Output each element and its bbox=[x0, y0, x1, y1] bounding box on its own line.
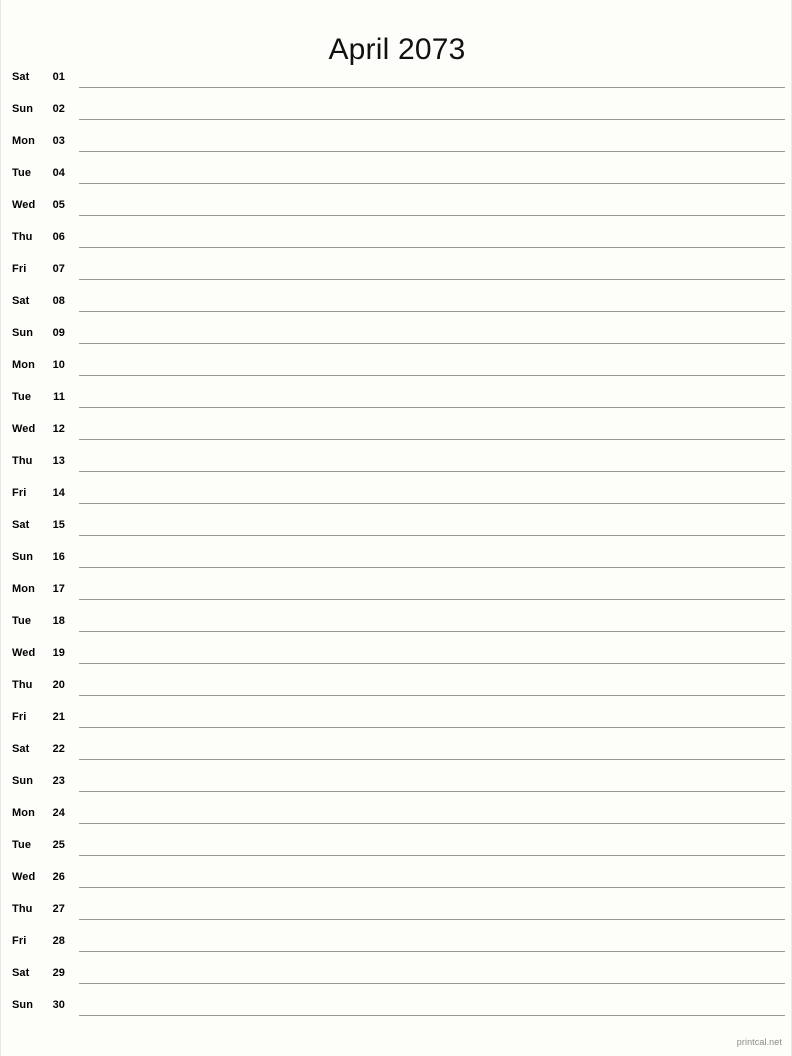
day-row[interactable]: Sun 23 bbox=[1, 768, 792, 800]
day-number-label: 05 bbox=[52, 199, 65, 211]
day-number-label: 23 bbox=[52, 775, 65, 787]
notes-writing-line[interactable] bbox=[79, 567, 785, 568]
day-row[interactable]: Sun 09 bbox=[1, 320, 792, 352]
day-number-label: 14 bbox=[52, 487, 65, 499]
notes-writing-line[interactable] bbox=[79, 599, 785, 600]
notes-writing-line[interactable] bbox=[79, 87, 785, 88]
day-number-label: 28 bbox=[52, 935, 65, 947]
day-number-label: 03 bbox=[52, 135, 65, 147]
day-number-label: 16 bbox=[52, 551, 65, 563]
day-number-label: 29 bbox=[52, 967, 65, 979]
day-number-label: 30 bbox=[52, 999, 65, 1011]
day-row[interactable]: Sun 30 bbox=[1, 992, 792, 1024]
day-number-label: 19 bbox=[52, 647, 65, 659]
notes-writing-line[interactable] bbox=[79, 215, 785, 216]
notes-writing-line[interactable] bbox=[79, 183, 785, 184]
day-row[interactable]: Sat 29 bbox=[1, 960, 792, 992]
notes-writing-line[interactable] bbox=[79, 759, 785, 760]
day-number-label: 15 bbox=[52, 519, 65, 531]
day-row[interactable]: Fri 14 bbox=[1, 480, 792, 512]
calendar-page: April 2073 Sat 01 Sun 02 Mon 03 Tue 04 Wed 05 Thu 0… bbox=[0, 0, 792, 1056]
day-row[interactable]: Fri 21 bbox=[1, 704, 792, 736]
day-row[interactable]: Tue 11 bbox=[1, 384, 792, 416]
day-number-label: 12 bbox=[52, 423, 65, 435]
notes-writing-line[interactable] bbox=[79, 407, 785, 408]
day-number-label: 22 bbox=[52, 743, 65, 755]
day-row[interactable]: Tue 04 bbox=[1, 160, 792, 192]
day-number-label: 02 bbox=[52, 103, 65, 115]
notes-writing-line[interactable] bbox=[79, 343, 785, 344]
day-number-label: 11 bbox=[53, 391, 65, 403]
notes-writing-line[interactable] bbox=[79, 375, 785, 376]
day-row[interactable]: Mon 10 bbox=[1, 352, 792, 384]
notes-writing-line[interactable] bbox=[79, 119, 785, 120]
notes-writing-line[interactable] bbox=[79, 983, 785, 984]
day-row[interactable]: Wed 26 bbox=[1, 864, 792, 896]
day-number-label: 24 bbox=[52, 807, 65, 819]
notes-writing-line[interactable] bbox=[79, 727, 785, 728]
day-rows-list: Sat 01 Sun 02 Mon 03 Tue 04 Wed 05 Thu 06 Fri 07 Sat 08… bbox=[1, 64, 792, 1024]
day-row[interactable]: Thu 27 bbox=[1, 896, 792, 928]
day-row[interactable]: Wed 05 bbox=[1, 192, 792, 224]
day-row[interactable]: Tue 18 bbox=[1, 608, 792, 640]
notes-writing-line[interactable] bbox=[79, 823, 785, 824]
notes-writing-line[interactable] bbox=[79, 535, 785, 536]
notes-writing-line[interactable] bbox=[79, 919, 785, 920]
day-number-label: 13 bbox=[52, 455, 65, 467]
day-number-label: 06 bbox=[52, 231, 65, 243]
day-row[interactable]: Mon 17 bbox=[1, 576, 792, 608]
day-number-label: 04 bbox=[52, 167, 65, 179]
notes-writing-line[interactable] bbox=[79, 151, 785, 152]
notes-writing-line[interactable] bbox=[79, 311, 785, 312]
day-row[interactable]: Thu 20 bbox=[1, 672, 792, 704]
day-number-label: 25 bbox=[52, 839, 65, 851]
day-row[interactable]: Mon 24 bbox=[1, 800, 792, 832]
day-row[interactable]: Tue 25 bbox=[1, 832, 792, 864]
day-row[interactable]: Sat 08 bbox=[1, 288, 792, 320]
notes-writing-line[interactable] bbox=[79, 631, 785, 632]
day-row[interactable]: Sun 16 bbox=[1, 544, 792, 576]
day-number-label: 20 bbox=[52, 679, 65, 691]
day-row[interactable]: Wed 19 bbox=[1, 640, 792, 672]
notes-writing-line[interactable] bbox=[79, 951, 785, 952]
day-row[interactable]: Wed 12 bbox=[1, 416, 792, 448]
day-number-label: 17 bbox=[52, 583, 65, 595]
notes-writing-line[interactable] bbox=[79, 663, 785, 664]
day-number-label: 26 bbox=[52, 871, 65, 883]
notes-writing-line[interactable] bbox=[79, 1015, 785, 1016]
notes-writing-line[interactable] bbox=[79, 503, 785, 504]
day-number-label: 09 bbox=[52, 327, 65, 339]
notes-writing-line[interactable] bbox=[79, 695, 785, 696]
day-number-label: 18 bbox=[52, 615, 65, 627]
day-number-label: 27 bbox=[52, 903, 65, 915]
day-number-label: 10 bbox=[52, 359, 65, 371]
day-row[interactable]: Thu 06 bbox=[1, 224, 792, 256]
day-number-label: 21 bbox=[52, 711, 65, 723]
notes-writing-line[interactable] bbox=[79, 439, 785, 440]
day-row[interactable]: Mon 03 bbox=[1, 128, 792, 160]
notes-writing-line[interactable] bbox=[79, 887, 785, 888]
day-row[interactable]: Sat 01 bbox=[1, 64, 792, 96]
day-row[interactable]: Thu 13 bbox=[1, 448, 792, 480]
footer-credit: printcal.net bbox=[736, 1037, 782, 1047]
notes-writing-line[interactable] bbox=[79, 855, 785, 856]
notes-writing-line[interactable] bbox=[79, 279, 785, 280]
notes-writing-line[interactable] bbox=[79, 471, 785, 472]
day-row[interactable]: Sun 02 bbox=[1, 96, 792, 128]
notes-writing-line[interactable] bbox=[79, 791, 785, 792]
day-row[interactable]: Fri 28 bbox=[1, 928, 792, 960]
day-row[interactable]: Fri 07 bbox=[1, 256, 792, 288]
day-number-label: 01 bbox=[52, 71, 65, 83]
day-row[interactable]: Sat 15 bbox=[1, 512, 792, 544]
day-number-label: 07 bbox=[52, 263, 65, 275]
day-row[interactable]: Sat 22 bbox=[1, 736, 792, 768]
day-number-label: 08 bbox=[52, 295, 65, 307]
notes-writing-line[interactable] bbox=[79, 247, 785, 248]
